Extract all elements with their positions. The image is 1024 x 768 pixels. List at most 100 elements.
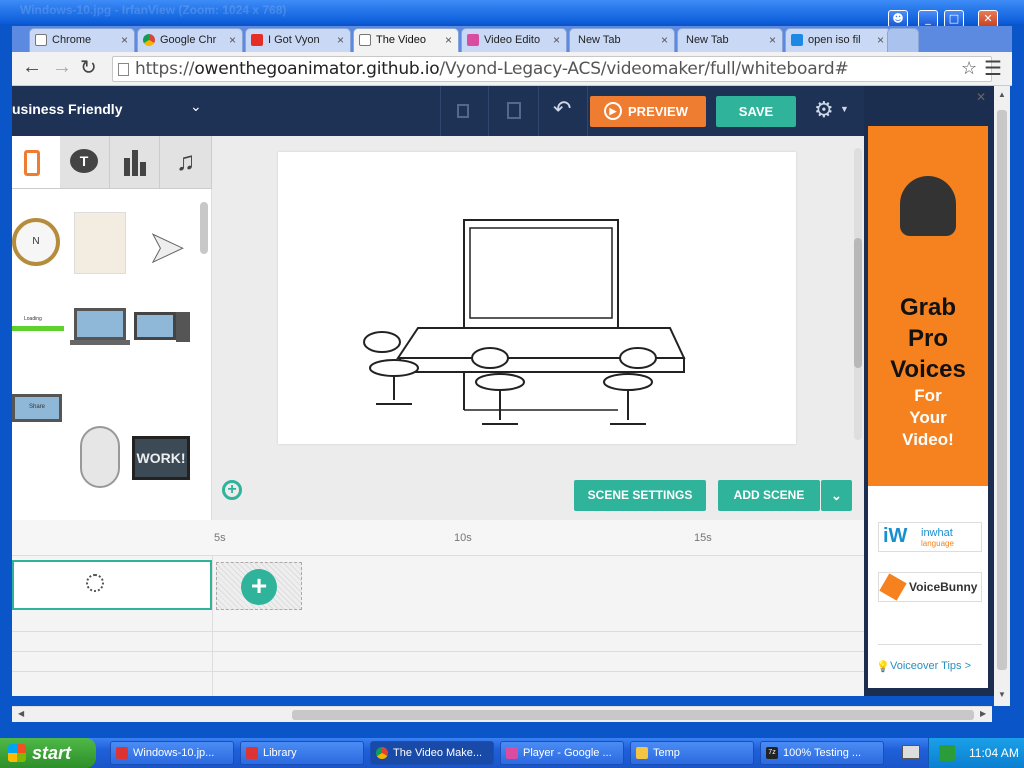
loading-spinner-icon xyxy=(86,574,104,592)
page-vertical-scrollbar[interactable]: ▲ ▼ xyxy=(994,86,1010,706)
task-irfanview[interactable]: Windows-10.jp... xyxy=(110,741,234,765)
forward-icon[interactable]: → xyxy=(52,56,72,79)
ad-banner[interactable]: Grab Pro Voices For Your Video! xyxy=(868,126,988,486)
close-ad-icon[interactable]: ✕ xyxy=(976,90,986,104)
close-tab-icon[interactable]: × xyxy=(553,29,560,51)
scroll-down-icon[interactable]: ▼ xyxy=(998,690,1006,699)
tab-new-tab-1[interactable]: New Tab × xyxy=(569,28,675,52)
work-monitor-asset[interactable]: WORK! xyxy=(132,436,190,486)
inwhat-subtext: language xyxy=(921,539,954,548)
laptop-share-asset[interactable]: Share xyxy=(12,394,68,444)
settings-gear-icon[interactable]: ⚙ xyxy=(814,97,834,123)
timeline-track[interactable] xyxy=(12,632,864,652)
task-player[interactable]: Player - Google ... xyxy=(500,741,624,765)
page-icon xyxy=(35,34,47,46)
tab-audio[interactable]: ♫ xyxy=(160,136,212,188)
theme-dropdown-icon[interactable]: ⌄ xyxy=(190,98,202,115)
tab-props[interactable] xyxy=(12,136,62,188)
library-scrollbar[interactable] xyxy=(200,202,208,254)
task-temp[interactable]: Temp xyxy=(630,741,754,765)
menu-icon[interactable]: ☰ xyxy=(984,56,1002,81)
window-title: Windows-10.jpg - IrfanView (Zoom: 1024 x… xyxy=(20,3,287,17)
bar-chart-icon-bar xyxy=(132,150,138,176)
scene-canvas[interactable] xyxy=(278,152,796,444)
text-bubble-icon: T xyxy=(70,149,98,173)
voiceover-tips-link[interactable]: Voiceover Tips > xyxy=(890,660,971,672)
page-horizontal-scrollbar[interactable]: ◀ ▶ xyxy=(12,706,992,722)
preview-button[interactable]: ▶ PREVIEW xyxy=(590,96,706,127)
close-tab-icon[interactable]: × xyxy=(229,29,236,51)
canvas-scrollbar[interactable] xyxy=(854,238,862,368)
close-tab-icon[interactable]: × xyxy=(337,29,344,51)
undo-button[interactable]: ↶ xyxy=(538,86,588,136)
taskbar: start Windows-10.jp... Library The Video… xyxy=(0,738,1024,768)
laptop-asset[interactable] xyxy=(70,308,130,358)
scroll-thumb[interactable] xyxy=(997,110,1007,670)
scroll-thumb[interactable] xyxy=(292,710,974,720)
tab-text[interactable]: T xyxy=(60,136,110,188)
timeline-track[interactable] xyxy=(12,652,864,672)
timeline-track[interactable] xyxy=(12,612,864,632)
keyboard-icon[interactable] xyxy=(902,745,920,759)
theme-label: usiness Friendly xyxy=(12,101,123,117)
reload-icon[interactable]: ↻ xyxy=(80,55,97,80)
desktop-pc-asset[interactable] xyxy=(134,312,190,362)
bookmark-star-icon[interactable]: ☆ xyxy=(961,57,977,81)
url-scheme: https:// xyxy=(135,59,195,79)
tab-new-tab-2[interactable]: New Tab × xyxy=(677,28,783,52)
ad-subline: Video! xyxy=(902,430,954,449)
settings-caret-icon[interactable]: ▼ xyxy=(840,104,849,114)
add-scene-button[interactable]: ADD SCENE xyxy=(718,480,820,511)
player-icon xyxy=(506,747,518,759)
start-button[interactable]: start xyxy=(0,738,96,768)
close-tab-icon[interactable]: × xyxy=(445,29,452,51)
tab-youtube[interactable]: I Got Vyon × xyxy=(245,28,351,52)
add-scene-dropdown[interactable]: ⌄ xyxy=(821,480,852,511)
scroll-left-icon[interactable]: ◀ xyxy=(18,709,24,718)
youtube-icon xyxy=(251,34,263,46)
document-asset[interactable] xyxy=(74,212,130,274)
zoom-in-icon[interactable]: + xyxy=(222,480,242,500)
mouse-asset[interactable] xyxy=(78,426,134,488)
address-bar[interactable]: https://owenthegoanimator.github.io/Vyon… xyxy=(112,56,992,82)
mouse-icon xyxy=(80,426,120,488)
save-label: SAVE xyxy=(738,104,774,119)
scroll-up-icon[interactable]: ▲ xyxy=(998,90,1006,99)
add-scene-slot[interactable]: + xyxy=(216,562,302,610)
ad-subline: Your xyxy=(909,408,947,427)
scene-settings-button[interactable]: SCENE SETTINGS xyxy=(574,480,706,511)
close-tab-icon[interactable]: × xyxy=(121,29,128,51)
scroll-right-icon[interactable]: ▶ xyxy=(980,709,986,718)
new-tab-button[interactable] xyxy=(887,28,919,52)
tab-chrome[interactable]: Chrome × xyxy=(29,28,135,52)
play-icon: ▶ xyxy=(604,102,622,120)
tab-video-editor[interactable]: Video Edito × xyxy=(461,28,567,52)
compass-asset[interactable]: N xyxy=(12,214,68,266)
divider xyxy=(212,556,213,696)
tab-the-video[interactable]: The Video × xyxy=(353,28,459,52)
loading-bar-asset[interactable]: Loading xyxy=(12,314,68,364)
close-tab-icon[interactable]: × xyxy=(661,29,668,51)
page-info-icon[interactable] xyxy=(118,63,129,76)
inwhat-logo[interactable]: iW inwhat language xyxy=(878,522,982,552)
task-7zip[interactable]: 7z 100% Testing ... xyxy=(760,741,884,765)
voicebunny-logo[interactable]: VoiceBunny xyxy=(878,572,982,602)
close-tab-icon[interactable]: × xyxy=(769,29,776,51)
folder-icon xyxy=(636,747,648,759)
task-video-maker[interactable]: The Video Make... xyxy=(370,741,494,765)
close-tab-icon[interactable]: × xyxy=(877,29,884,51)
cursor-asset[interactable]: ➤ xyxy=(148,222,204,273)
network-icon[interactable] xyxy=(939,745,955,761)
app-header: usiness Friendly ⌄ ↶ ▶ PREVIEW SAVE ⚙ ▼ xyxy=(12,86,864,136)
tab-google-chrome[interactable]: Google Chr × xyxy=(137,28,243,52)
save-button[interactable]: SAVE xyxy=(716,96,796,127)
paste-button[interactable] xyxy=(488,86,538,136)
back-icon[interactable]: ← xyxy=(22,56,42,79)
tab-charts[interactable] xyxy=(110,136,160,188)
scene-thumbnail[interactable] xyxy=(12,560,212,610)
tab-open-iso[interactable]: open iso fil × xyxy=(785,28,891,52)
share-text: Share xyxy=(12,394,62,422)
phone-icon xyxy=(24,150,40,176)
task-library[interactable]: Library xyxy=(240,741,364,765)
copy-button[interactable] xyxy=(440,86,488,136)
